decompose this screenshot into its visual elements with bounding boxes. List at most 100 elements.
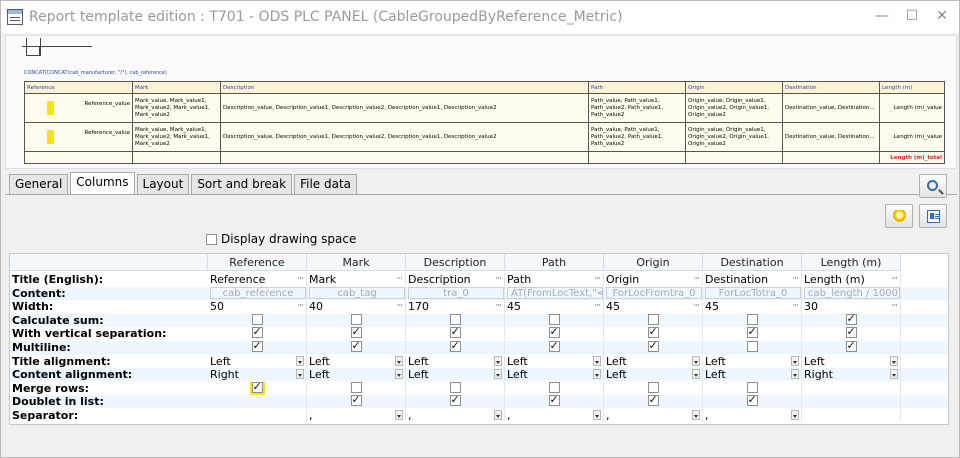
vertical-sep-checkbox[interactable]	[548, 327, 560, 339]
content-align-cell-path[interactable]: Left	[505, 368, 604, 382]
ellipsis-icon[interactable]: ···	[792, 300, 799, 313]
title-cell-origin[interactable]: Origin ···	[604, 273, 703, 286]
title-align-cell-path[interactable]: Left	[505, 354, 604, 368]
multiline-cell-description[interactable]	[406, 341, 505, 354]
merge-rows-cell-reference[interactable]	[208, 381, 307, 395]
vertical-sep-checkbox[interactable]	[449, 327, 461, 339]
tab-general[interactable]: General	[9, 174, 69, 194]
title-align-cell-mark[interactable]: Left	[307, 354, 406, 368]
multiline-cell-mark[interactable]	[307, 341, 406, 354]
dropdown-arrow-icon[interactable]	[395, 369, 403, 380]
content-cell-destination[interactable]: ForLocTotra_0	[703, 286, 802, 300]
dropdown-arrow-icon[interactable]	[791, 410, 799, 420]
separator-cell-path[interactable]: ,	[505, 409, 604, 422]
column-header-description[interactable]: Description	[406, 254, 505, 271]
column-header-reference[interactable]: Reference	[208, 254, 307, 271]
multiline-cell-origin[interactable]	[604, 341, 703, 354]
ellipsis-icon[interactable]: ···	[297, 300, 304, 313]
doublet-cell-path[interactable]	[505, 395, 604, 409]
calculate-sum-cell-destination[interactable]	[703, 313, 802, 327]
vertical-sep-checkbox[interactable]	[647, 327, 659, 339]
column-header-origin[interactable]: Origin	[604, 254, 703, 271]
dropdown-arrow-icon[interactable]	[692, 369, 700, 380]
multiline-checkbox[interactable]	[251, 341, 263, 352]
dropdown-arrow-icon[interactable]	[494, 410, 502, 420]
multiline-cell-destination[interactable]	[703, 341, 802, 354]
width-cell-length-m[interactable]: 30 ···	[802, 300, 901, 314]
title-cell-mark[interactable]: Mark ···	[307, 273, 406, 286]
vertical-sep-cell-path[interactable]	[505, 327, 604, 341]
merge-rows-cell-origin[interactable]	[604, 381, 703, 395]
content-expression[interactable]: ForLocFromtra_0	[606, 286, 702, 299]
vertical-sep-checkbox[interactable]	[845, 327, 857, 339]
title-align-cell-description[interactable]: Left	[406, 354, 505, 368]
merge-rows-checkbox[interactable]	[449, 381, 461, 393]
content-align-cell-length-m[interactable]: Right	[802, 368, 901, 382]
content-cell-description[interactable]: tra_0	[406, 286, 505, 300]
ellipsis-icon[interactable]: ···	[495, 300, 502, 313]
multiline-checkbox[interactable]	[350, 341, 362, 352]
title-align-cell-length-m[interactable]: Left	[802, 354, 901, 368]
dropdown-arrow-icon[interactable]	[593, 410, 601, 420]
calculate-sum-checkbox[interactable]	[251, 313, 263, 325]
doublet-cell-origin[interactable]	[604, 395, 703, 409]
calculate-sum-checkbox[interactable]	[845, 313, 857, 325]
content-cell-path[interactable]: AT(FromLocText,"<	[505, 286, 604, 300]
calculate-sum-cell-origin[interactable]	[604, 313, 703, 327]
separator-cell-destination[interactable]: ,	[703, 409, 802, 422]
multiline-checkbox[interactable]	[449, 341, 461, 352]
content-expression[interactable]: ForLocTotra_0	[705, 286, 801, 299]
title-cell-reference[interactable]: Reference ···	[208, 273, 307, 286]
tab-file-data[interactable]: File data	[294, 174, 358, 194]
vertical-sep-checkbox[interactable]	[251, 327, 263, 339]
separator-cell-mark[interactable]: ,	[307, 409, 406, 422]
merge-rows-checkbox[interactable]	[350, 381, 362, 393]
doublet-cell-destination[interactable]	[703, 395, 802, 409]
vertical-sep-cell-description[interactable]	[406, 327, 505, 341]
tab-columns[interactable]: Columns	[70, 172, 135, 194]
doublet-checkbox[interactable]	[746, 395, 758, 407]
ellipsis-icon[interactable]: ···	[396, 300, 403, 313]
calculate-sum-cell-length-m[interactable]	[802, 313, 901, 327]
calculate-sum-checkbox[interactable]	[548, 313, 560, 325]
content-expression[interactable]: cab_length / 1000),	[804, 286, 900, 299]
doublet-cell-reference[interactable]	[208, 395, 307, 409]
ellipsis-icon[interactable]: ···	[396, 273, 403, 286]
title-cell-destination[interactable]: Destination ···	[703, 273, 802, 286]
multiline-cell-path[interactable]	[505, 341, 604, 354]
doublet-checkbox[interactable]	[350, 395, 362, 407]
doublet-checkbox[interactable]	[548, 395, 560, 407]
content-cell-mark[interactable]: cab_tag	[307, 286, 406, 300]
title-align-cell-destination[interactable]: Left	[703, 354, 802, 368]
column-header-path[interactable]: Path	[505, 254, 604, 271]
ellipsis-icon[interactable]: ···	[891, 300, 898, 313]
display-drawing-space-checkbox[interactable]	[206, 233, 217, 245]
content-expression[interactable]: cab_reference	[210, 286, 306, 299]
hint-button[interactable]	[885, 204, 913, 228]
vertical-sep-checkbox[interactable]	[350, 327, 362, 339]
vertical-sep-cell-origin[interactable]	[604, 327, 703, 341]
merge-rows-checkbox[interactable]	[746, 381, 758, 393]
ellipsis-icon[interactable]: ···	[594, 300, 601, 313]
calculate-sum-cell-path[interactable]	[505, 313, 604, 327]
multiline-checkbox[interactable]	[647, 341, 659, 352]
content-cell-reference[interactable]: cab_reference	[208, 286, 307, 300]
dropdown-arrow-icon[interactable]	[890, 355, 898, 366]
merge-rows-cell-path[interactable]	[505, 381, 604, 395]
tab-layout[interactable]: Layout	[136, 174, 190, 194]
dropdown-arrow-icon[interactable]	[296, 355, 304, 366]
merge-rows-cell-mark[interactable]	[307, 381, 406, 395]
doublet-cell-mark[interactable]	[307, 395, 406, 409]
content-align-cell-description[interactable]: Left	[406, 368, 505, 382]
column-header-length-m[interactable]: Length (m)	[802, 254, 901, 271]
calculate-sum-cell-description[interactable]	[406, 313, 505, 327]
width-cell-origin[interactable]: 45 ···	[604, 300, 703, 314]
dropdown-arrow-icon[interactable]	[296, 369, 304, 380]
column-header-mark[interactable]: Mark	[307, 254, 406, 271]
merge-rows-checkbox[interactable]	[548, 381, 560, 393]
title-align-cell-origin[interactable]: Left	[604, 354, 703, 368]
merge-rows-cell-destination[interactable]	[703, 381, 802, 395]
maximize-button[interactable]: ☐	[903, 7, 921, 25]
calculate-sum-checkbox[interactable]	[449, 313, 461, 325]
calculate-sum-cell-reference[interactable]	[208, 313, 307, 327]
